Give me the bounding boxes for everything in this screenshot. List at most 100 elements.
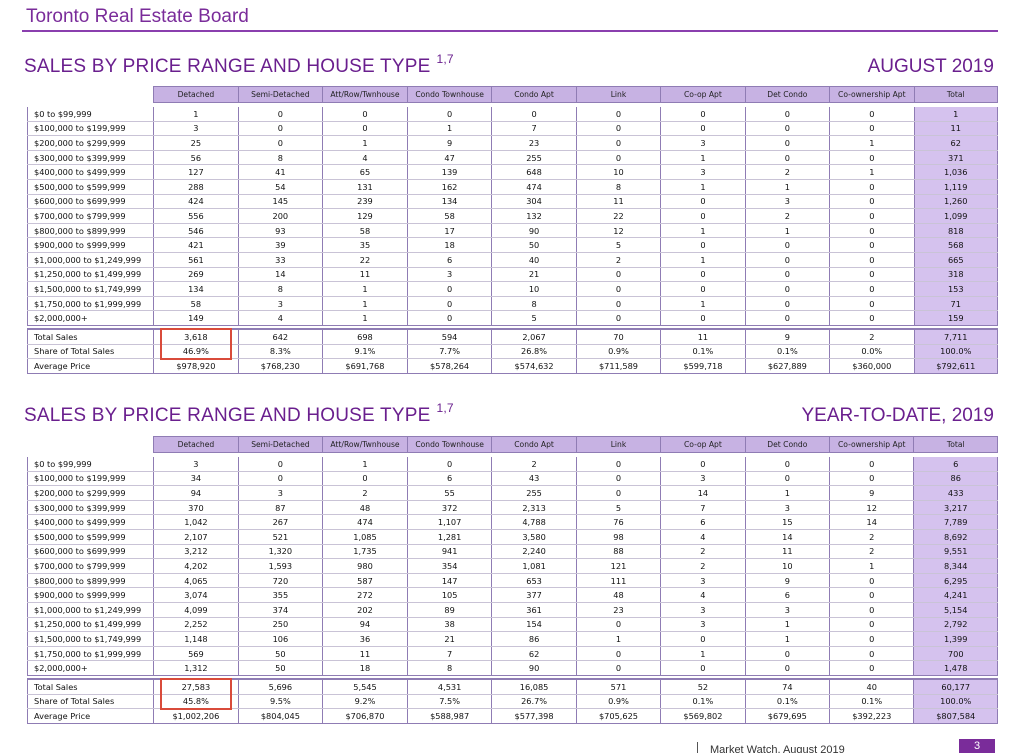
- table-cell: 139: [406, 164, 493, 180]
- table-cell: 2,252: [153, 617, 239, 633]
- column-header: Det Condo: [744, 86, 831, 103]
- price-range-label: $400,000 to $499,999: [26, 164, 155, 180]
- column-header: Total: [913, 436, 998, 453]
- table-cell: 48: [322, 500, 408, 516]
- price-range-label: $400,000 to $499,999: [26, 514, 155, 530]
- summary-row: Average Price $978,920 $768,230 $691,768 $57…: [26, 358, 999, 374]
- column-header: Co-ownership Apt: [829, 436, 915, 453]
- table-cell: 43: [491, 471, 577, 487]
- column-header: Co-op Apt: [660, 86, 746, 103]
- table-cell: 3,580: [491, 529, 577, 545]
- table-cell: 0: [744, 150, 831, 166]
- table-cell: 2: [744, 164, 831, 180]
- table-cell: 0: [744, 296, 831, 312]
- table-row: $2,000,000+ 1,312 50 18 8 90 0 0 0 0 1,478: [26, 660, 998, 676]
- table-row: $900,000 to $999,999 3,074 355 272 105 377 48 4…: [26, 587, 998, 603]
- column-header: Condo Townhouse: [406, 436, 493, 453]
- summary-cell: 0.1%: [660, 694, 746, 710]
- table-cell: 1,148: [153, 631, 239, 647]
- column-header: Detached: [153, 436, 239, 453]
- summary-cell: 0.9%: [575, 694, 662, 710]
- summary-cell: 100.0%: [913, 694, 998, 710]
- price-range-label: $0 to $99,999: [26, 106, 155, 122]
- table-cell: 0: [322, 106, 408, 122]
- table-cell: 147: [406, 573, 493, 589]
- table-cell: 6: [660, 514, 746, 530]
- table-cell: 86: [913, 471, 998, 487]
- table-cell: 0: [829, 573, 915, 589]
- price-range-label: $500,000 to $599,999: [26, 179, 155, 195]
- table-cell: 58: [322, 223, 408, 239]
- table-cell: 0: [829, 179, 915, 195]
- summary-cell: 698: [322, 328, 408, 345]
- report-header-title: Toronto Real Estate Board: [26, 6, 249, 27]
- price-range-label: $300,000 to $399,999: [26, 500, 155, 516]
- table-cell: 3,217: [913, 500, 998, 516]
- price-range-label: $1,250,000 to $1,499,999: [26, 617, 155, 633]
- table-cell: 105: [406, 587, 493, 603]
- table-cell: 546: [153, 223, 239, 239]
- table-cell: 111: [575, 573, 662, 589]
- table-cell: 0: [744, 252, 831, 268]
- price-range-label: $1,750,000 to $1,999,999: [26, 296, 155, 312]
- table-cell: 0: [660, 267, 746, 283]
- table-cell: 58: [153, 296, 239, 312]
- table-cell: 0: [237, 471, 324, 487]
- summary-cell: $792,611: [913, 358, 999, 374]
- table-cell: 0: [575, 121, 662, 137]
- summary-cell: $978,920: [153, 358, 239, 374]
- table-cell: 0: [575, 135, 662, 151]
- summary-cell: 0.1%: [660, 344, 746, 360]
- table-cell: 2: [575, 252, 662, 268]
- summary-cell: 5,696: [237, 678, 324, 695]
- column-header: Semi-Detached: [237, 436, 324, 453]
- table-cell: 129: [322, 208, 408, 224]
- table-cell: 162: [406, 179, 493, 195]
- table-cell: 11: [575, 194, 662, 210]
- summary-label: Average Price: [26, 708, 155, 724]
- table-cell: 4,099: [153, 602, 239, 618]
- table-cell: 0: [744, 121, 831, 137]
- table-cell: 4: [237, 310, 324, 326]
- table-row: $500,000 to $599,999 288 54 131 162 474 8 1 1 0 1,…: [26, 179, 999, 195]
- footer-text: Market Watch, August 2019: [710, 744, 845, 753]
- summary-label: Total Sales: [26, 328, 155, 345]
- table-row: $800,000 to $899,999 546 93 58 17 90 12 1 1 0 818: [26, 223, 999, 239]
- summary-cell: 7.5%: [406, 694, 493, 710]
- table-cell: 370: [153, 500, 239, 516]
- summary-cell: $577,398: [491, 708, 577, 724]
- price-range-label: $0 to $99,999: [26, 456, 155, 472]
- table-cell: 1,042: [153, 514, 239, 530]
- table-cell: 106: [237, 631, 324, 647]
- column-header: Att/Row/Twnhouse: [322, 86, 408, 103]
- table-cell: 0: [829, 602, 915, 618]
- table-cell: 1: [744, 631, 831, 647]
- table-cell: 9,551: [913, 544, 998, 560]
- section-title-text: SALES BY PRICE RANGE AND HOUSE TYPE: [24, 56, 431, 77]
- table-cell: 720: [237, 573, 324, 589]
- table-cell: 0: [829, 587, 915, 603]
- footer-divider: [697, 742, 698, 753]
- table-row: $1,500,000 to $1,749,999 1,148 106 36 21 86 1 0…: [26, 631, 998, 647]
- table-cell: 6: [406, 471, 493, 487]
- price-range-label: $800,000 to $899,999: [26, 573, 155, 589]
- table-cell: 2,240: [491, 544, 577, 560]
- summary-cell: $627,889: [744, 358, 831, 374]
- summary-cell: 7,711: [913, 328, 999, 345]
- table-row: $200,000 to $299,999 94 3 2 55 255 0 14 1 9 433: [26, 485, 998, 501]
- table-cell: 556: [153, 208, 239, 224]
- table-cell: 941: [406, 544, 493, 560]
- table-cell: 149: [153, 310, 239, 326]
- table-cell: 1: [575, 631, 662, 647]
- price-range-label: $1,250,000 to $1,499,999: [26, 267, 155, 283]
- table-cell: 36: [322, 631, 408, 647]
- header-divider: [22, 30, 998, 32]
- table-cell: 561: [153, 252, 239, 268]
- table-cell: 8: [575, 179, 662, 195]
- summary-label: Share of Total Sales: [26, 694, 155, 710]
- table-cell: 55: [406, 485, 493, 501]
- summary-cell: 9: [744, 328, 831, 345]
- table-cell: 11: [913, 121, 999, 137]
- summary-cell: 571: [575, 678, 662, 695]
- table-cell: 1,081: [491, 558, 577, 574]
